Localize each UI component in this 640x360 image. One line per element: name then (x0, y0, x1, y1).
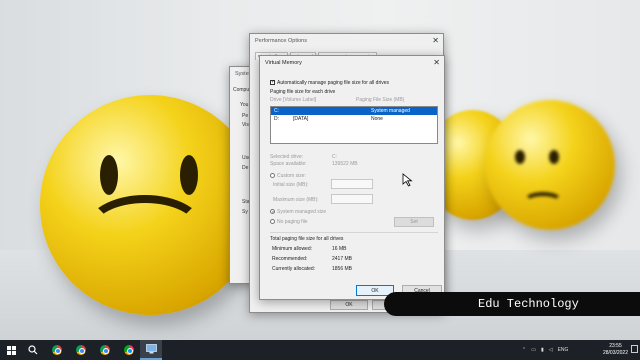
no-paging-radio-row[interactable]: No paging file (270, 219, 308, 225)
custom-size-label: Custom size: (277, 173, 306, 179)
selected-drive-value: C: (332, 154, 337, 160)
drive-volume-label: [DATA] (293, 116, 309, 122)
dialog-title: Virtual Memory ✕ (260, 56, 444, 70)
notification-icon[interactable] (631, 345, 638, 353)
selected-drive-label: Selected drive: (270, 154, 304, 160)
taskbar: ⌃ ▭ ▮ ◁ ENG 23:55 28/03/2022 (0, 340, 640, 360)
smiley-mouth (523, 192, 563, 212)
maximum-size-field[interactable] (331, 194, 373, 204)
clock-date: 28/03/2022 (602, 350, 628, 356)
section-label: Pe (242, 113, 249, 119)
dialog-title-text: Virtual Memory (265, 60, 302, 66)
drive-size: None (371, 116, 383, 122)
ok-button[interactable]: OK (330, 300, 368, 310)
section-label: You (240, 102, 249, 108)
smiley-eye (549, 150, 559, 164)
drive-list[interactable]: C: System managed D: [DATA] None (270, 106, 438, 144)
system-managed-radio[interactable] (270, 209, 275, 215)
smiley-eye (515, 150, 525, 164)
total-section-label: Total paging file size for all drives (270, 236, 344, 242)
chrome-icon[interactable] (94, 340, 116, 360)
auto-manage-label: Automatically manage paging file size fo… (277, 80, 389, 86)
smiley-eye (100, 155, 118, 195)
chrome-icon[interactable] (118, 340, 140, 360)
battery-icon[interactable]: ▮ (541, 347, 544, 353)
system-managed-radio-row[interactable]: System managed size (270, 209, 326, 215)
custom-size-radio[interactable] (270, 173, 275, 179)
watermark-banner: Edu Technology (384, 292, 640, 316)
chevron-up-icon[interactable]: ⌃ (522, 347, 526, 353)
currently-allocated-label: Currently allocated: (272, 266, 316, 272)
search-icon[interactable] (22, 340, 44, 360)
divider (270, 232, 438, 233)
column-size-header: Paging File Size (MB) (356, 97, 405, 103)
space-available-label: Space available: (270, 161, 307, 167)
auto-manage-checkbox[interactable] (270, 79, 275, 86)
initial-size-label: Initial size (MB): (273, 182, 309, 188)
language-indicator[interactable]: ENG (558, 347, 569, 353)
drive-size: System managed (371, 108, 410, 114)
auto-manage-checkbox-row[interactable]: Automatically manage paging file size fo… (270, 79, 389, 86)
section-label: Sy (242, 209, 248, 215)
network-icon[interactable]: ▭ (531, 347, 536, 353)
no-paging-label: No paging file (277, 219, 308, 225)
mouse-cursor-icon (402, 173, 413, 187)
drive-letter: C: (274, 108, 279, 114)
chrome-icon[interactable] (46, 340, 68, 360)
close-icon[interactable]: ✕ (433, 56, 440, 70)
initial-size-field[interactable] (331, 179, 373, 189)
smiley-eye (180, 155, 198, 195)
custom-size-radio-row[interactable]: Custom size: (270, 173, 306, 179)
system-settings-icon[interactable] (140, 340, 162, 360)
set-button[interactable]: Set (394, 217, 434, 227)
paging-section-label: Paging file size for each drive (270, 89, 336, 95)
minimum-allowed-label: Minimum allowed: (272, 246, 313, 252)
smiley-mouth (85, 195, 205, 265)
currently-allocated-value: 1856 MB (332, 266, 353, 272)
chrome-icon[interactable] (70, 340, 92, 360)
tab-computer-name[interactable]: Compu (233, 87, 249, 93)
clock-time: 23:55 (609, 343, 622, 349)
minimum-allowed-value: 16 MB (332, 246, 347, 252)
system-tray: ⌃ ▭ ▮ ◁ ENG (522, 340, 574, 360)
drive-row[interactable]: D: [DATA] None (271, 115, 437, 123)
window-title: Performance Options ✕ (250, 34, 443, 48)
volume-icon[interactable]: ◁ (549, 347, 553, 353)
recommended-value: 2417 MB (332, 256, 353, 262)
section-label: Vis (242, 122, 249, 128)
drive-row-selected[interactable]: C: System managed (271, 107, 437, 115)
column-drive-header: Drive [Volume Label] (270, 97, 317, 103)
drive-letter: D: (274, 116, 279, 122)
section-label: De (242, 165, 249, 171)
window-title-text: Performance Options (255, 38, 307, 44)
system-managed-label: System managed size (277, 209, 327, 215)
maximum-size-label: Maximum size (MB): (273, 197, 319, 203)
sad-smiley-image (40, 95, 260, 315)
close-icon[interactable]: ✕ (432, 34, 439, 48)
windows-logo-icon[interactable] (0, 340, 22, 360)
worried-smiley-image (485, 100, 615, 230)
clock[interactable]: 23:55 28/03/2022 (603, 343, 628, 357)
no-paging-radio[interactable] (270, 219, 275, 225)
virtual-memory-dialog[interactable]: Virtual Memory ✕ Automatically manage pa… (259, 55, 445, 300)
recommended-label: Recommended: (272, 256, 308, 262)
space-available-value: 139522 MB (332, 161, 358, 167)
